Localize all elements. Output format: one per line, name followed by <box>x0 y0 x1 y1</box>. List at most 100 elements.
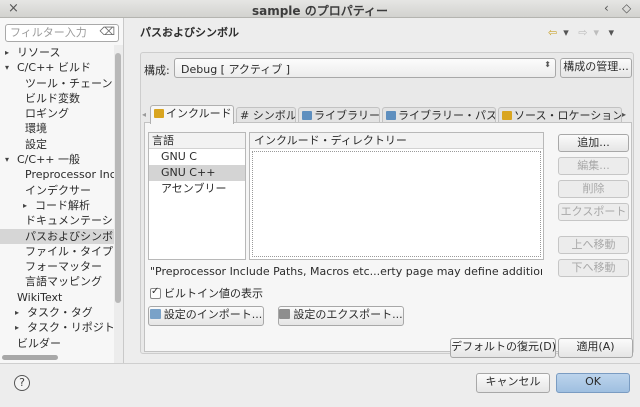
tree-item-label: ファイル・タイプ <box>25 244 113 258</box>
tree-item[interactable]: 環境 <box>0 121 114 136</box>
collapsed-arrow-icon[interactable]: ▸ <box>15 320 19 335</box>
import-settings-button[interactable]: 設定のインポート... <box>148 306 264 326</box>
tree-item-label: C/C++ ビルド <box>17 61 91 75</box>
info-message: "Preprocessor Include Paths, Macros etc.… <box>150 265 542 278</box>
collapsed-arrow-icon[interactable]: ▸ <box>15 305 19 320</box>
tree-item[interactable]: ツール・チェーン <box>0 76 114 91</box>
tree-item[interactable]: パスおよびシンボ. <box>0 228 114 244</box>
tab-strip: インクルード # シンボル ライブラリー ライブラリー・パス ソース・ロケーショ… <box>150 105 624 124</box>
delete-button[interactable]: 削除 <box>558 180 629 198</box>
tree-item-label: 言語マッピング <box>25 275 102 289</box>
tree-item-label: Preprocessor Inclu <box>25 168 114 182</box>
tree-item-label: 設定 <box>25 137 47 151</box>
move-up-button[interactable]: 上へ移動 <box>558 236 629 254</box>
tree-item-label: コード解析 <box>35 198 90 212</box>
tree-item[interactable]: ▸ コード解析 <box>0 198 114 213</box>
property-page-content: パスおよびシンボル ⇦ ▾ ⇨ ▾ ▾ 構成: Debug [ アクティブ ] ⬍ … <box>126 18 640 363</box>
tree-item[interactable]: ▸ タスク・タグ <box>0 305 114 320</box>
apply-button[interactable]: 適用(A) <box>558 338 633 358</box>
tree-item-label: ツール・チェーン <box>25 76 113 90</box>
scroll-thumb[interactable] <box>115 53 121 303</box>
property-tree: ▸ リソース ▾ C/C++ ビルド ツール・チェーン ビルド変数 ロギング 環境 設定 ▾ C/C… <box>0 45 114 357</box>
view-menu-icon[interactable]: ▾ <box>609 26 615 39</box>
tab-scroll-left-icon[interactable]: ◂ <box>142 110 146 119</box>
back-menu-icon[interactable]: ▾ <box>563 26 569 39</box>
include-directory-column-header: インクルード・ディレクトリー <box>250 133 543 149</box>
footer-divider <box>0 363 640 364</box>
expanded-arrow-icon[interactable]: ▾ <box>5 152 9 167</box>
checkbox-label: ビルトイン値の表示 <box>164 287 263 300</box>
page-title: パスおよびシンボル <box>140 26 239 39</box>
configuration-select[interactable]: Debug [ アクティブ ] ⬍ <box>174 58 556 78</box>
edit-button[interactable]: 編集... <box>558 157 629 175</box>
window-title: sample のプロパティー <box>251 4 389 18</box>
back-arrow-icon[interactable]: ⇦ <box>548 26 557 39</box>
export-settings-button[interactable]: 設定のエクスポート... <box>278 306 404 326</box>
tree-item-label: リソース <box>17 46 61 59</box>
tree-item-label: WikiText <box>17 290 63 304</box>
help-icon[interactable]: ? <box>14 375 30 391</box>
tab-label: # シンボル <box>240 109 296 122</box>
minimize-window-icon[interactable]: ‹ <box>604 1 609 15</box>
collapsed-arrow-icon[interactable]: ▸ <box>5 45 9 60</box>
manage-configurations-button[interactable]: 構成の管理... <box>560 58 632 78</box>
ok-button[interactable]: OK <box>556 373 630 393</box>
filter-input[interactable]: フィルター入力 ⌫ <box>5 24 119 42</box>
configuration-value: Debug [ アクティブ ] <box>181 63 291 76</box>
tab-source-locations[interactable]: ソース・ロケーション <box>498 107 622 123</box>
add-button[interactable]: 追加... <box>558 134 629 152</box>
maximize-window-icon[interactable]: ◇ <box>622 1 631 15</box>
tree-item[interactable]: ▾ C/C++ ビルド <box>0 60 114 75</box>
filter-placeholder: フィルター入力 <box>10 26 87 39</box>
tab-scroll-right-icon[interactable]: ▸ <box>622 110 626 119</box>
source-folder-icon <box>502 111 512 120</box>
tree-vertical-scrollbar[interactable] <box>114 45 123 363</box>
title-bar: × sample のプロパティー ‹ ◇ <box>0 0 640 18</box>
forward-menu-icon[interactable]: ▾ <box>593 26 599 39</box>
tab-libraries[interactable]: ライブラリー <box>298 107 380 123</box>
move-down-button[interactable]: 下へ移動 <box>558 259 629 277</box>
tree-item[interactable]: ロギング <box>0 106 114 121</box>
checkbox-checked[interactable] <box>150 286 161 299</box>
tree-item[interactable]: ▸ リソース <box>0 45 114 60</box>
language-item-selected[interactable]: GNU C++ <box>149 165 245 181</box>
restore-defaults-button[interactable]: デフォルトの復元(D) <box>450 338 556 358</box>
expanded-arrow-icon[interactable]: ▾ <box>5 60 9 75</box>
tab-library-paths[interactable]: ライブラリー・パス <box>382 107 496 123</box>
include-directory-list[interactable] <box>252 151 541 257</box>
tab-includes[interactable]: インクルード <box>150 105 234 124</box>
tree-item[interactable]: ドキュメンテーシ <box>0 213 114 228</box>
cancel-button[interactable]: キャンセル <box>476 373 550 393</box>
tab-label: ソース・ロケーション <box>514 109 622 122</box>
tree-item[interactable]: 設定 <box>0 137 114 152</box>
tree-item[interactable]: インデクサー <box>0 183 114 198</box>
tab-symbols[interactable]: # シンボル <box>236 107 296 123</box>
language-item[interactable]: GNU C <box>149 149 245 165</box>
button-label: 設定のエクスポート... <box>293 308 403 321</box>
collapsed-arrow-icon[interactable]: ▸ <box>23 198 27 213</box>
tree-item[interactable]: ファイル・タイプ <box>0 244 114 259</box>
tree-item[interactable]: WikiText <box>0 290 114 305</box>
tree-item[interactable]: ▾ C/C++ 一般 <box>0 152 114 167</box>
tree-item[interactable]: ▸ タスク・リポジトリ <box>0 320 114 335</box>
tree-item[interactable]: Preprocessor Inclu <box>0 167 114 182</box>
export-button[interactable]: エクスポート <box>558 203 629 221</box>
configuration-label: 構成: <box>144 64 170 77</box>
tree-item[interactable]: フォーマッター <box>0 259 114 274</box>
show-builtin-checkbox[interactable]: ビルトイン値の表示 <box>150 285 263 301</box>
import-icon <box>149 309 161 319</box>
forward-arrow-icon[interactable]: ⇨ <box>578 26 587 39</box>
tree-item-label: パスおよびシンボ. <box>25 229 114 243</box>
tree-item-label: ロギング <box>25 107 69 121</box>
library-icon <box>302 111 312 120</box>
tree-item[interactable]: ビルダー <box>0 336 114 351</box>
tab-label: インクルード <box>166 107 232 120</box>
clear-filter-icon[interactable]: ⌫ <box>99 26 115 38</box>
scroll-thumb[interactable] <box>2 355 58 360</box>
tree-item-label: ドキュメンテーシ <box>25 214 113 228</box>
tree-item-label: ビルダー <box>17 336 61 350</box>
tree-item[interactable]: 言語マッピング <box>0 274 114 289</box>
language-item[interactable]: アセンブリー <box>149 181 245 197</box>
tree-item[interactable]: ビルド変数 <box>0 91 114 106</box>
tree-horizontal-scrollbar[interactable] <box>2 353 112 361</box>
